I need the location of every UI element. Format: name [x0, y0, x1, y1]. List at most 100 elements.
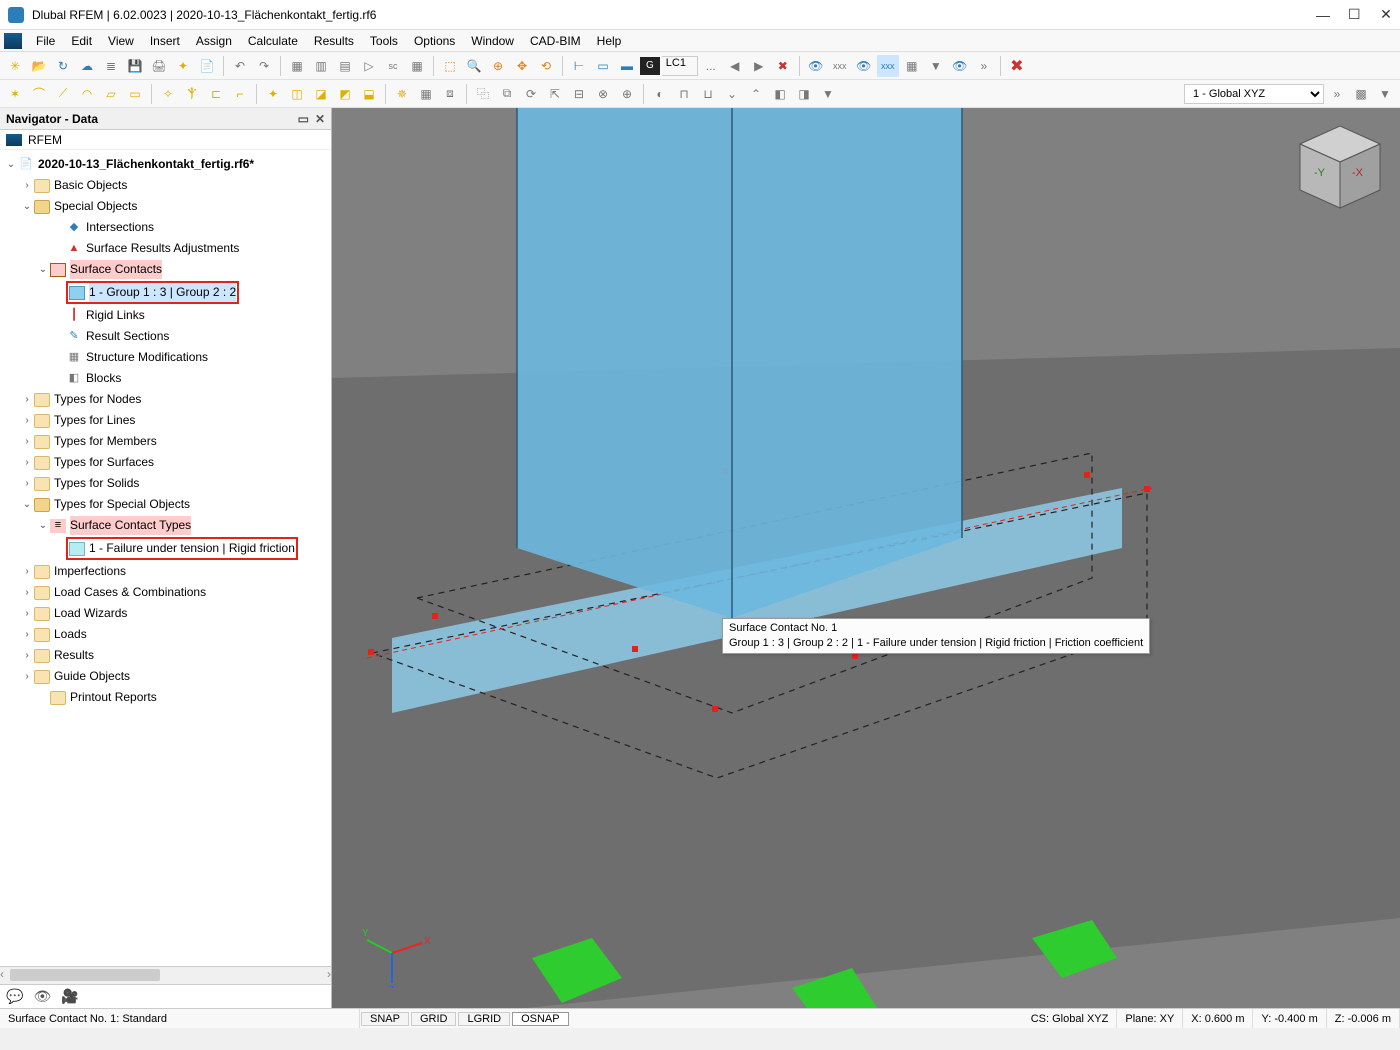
- close-button[interactable]: ✕: [1380, 6, 1392, 23]
- render-mode-icon[interactable]: ▼: [925, 55, 947, 77]
- tree-imperfections[interactable]: ›Imperfections: [0, 561, 331, 582]
- close-model-icon[interactable]: ✖: [1006, 55, 1028, 77]
- table1-icon[interactable]: ▦: [286, 55, 308, 77]
- console-icon[interactable]: ▷: [358, 55, 380, 77]
- global-cs-dropdown[interactable]: 1 - Global XYZ: [1184, 84, 1324, 104]
- clip4-icon[interactable]: ⌃: [745, 83, 767, 105]
- tree-load-cases-comb[interactable]: ›Load Cases & Combinations: [0, 582, 331, 603]
- solid-tool2-icon[interactable]: ⧈: [439, 83, 461, 105]
- grid-display-icon[interactable]: ▦: [901, 55, 923, 77]
- view-toggle-icon[interactable]: 👁: [949, 55, 971, 77]
- tree-blocks[interactable]: ◧Blocks: [0, 368, 331, 389]
- table2-icon[interactable]: ▥: [310, 55, 332, 77]
- tree-surface-contacts[interactable]: ⌄Surface Contacts: [0, 259, 331, 280]
- menu-assign[interactable]: Assign: [188, 32, 240, 50]
- prev-lc-icon[interactable]: ◀: [724, 55, 746, 77]
- node-arc-icon[interactable]: ⌒: [28, 83, 50, 105]
- clip3-icon[interactable]: ⌄: [721, 83, 743, 105]
- panel-tab-data-icon[interactable]: 💬: [6, 988, 23, 1005]
- scroll-right-icon[interactable]: ›: [327, 967, 331, 981]
- member-channel-icon[interactable]: ⊏: [205, 83, 227, 105]
- tree-surface-contact-item[interactable]: 1 - Group 1 : 3 | Group 2 : 2: [0, 280, 331, 305]
- surface-star-icon[interactable]: ✦: [262, 83, 284, 105]
- pan-icon[interactable]: ✥: [511, 55, 533, 77]
- arc-icon[interactable]: ◠: [76, 83, 98, 105]
- edit-mirror-icon[interactable]: ⧉: [496, 83, 518, 105]
- tree-surface-contact-types[interactable]: ⌄≡Surface Contact Types: [0, 515, 331, 536]
- rect-icon[interactable]: ▭: [124, 83, 146, 105]
- script-icon[interactable]: sc: [382, 55, 404, 77]
- menu-cad-bim[interactable]: CAD-BIM: [522, 32, 589, 50]
- tree-file-root[interactable]: ⌄📄2020-10-13_Flächenkontakt_fertig.rf6*: [0, 154, 331, 175]
- menu-options[interactable]: Options: [406, 32, 463, 50]
- status-grid[interactable]: GRID: [411, 1012, 457, 1026]
- zoom-window-icon[interactable]: 🔍: [463, 55, 485, 77]
- edit-copy-icon[interactable]: ⿻: [472, 83, 494, 105]
- navigation-cube[interactable]: -Y -X: [1292, 120, 1388, 216]
- display-xxx2-icon[interactable]: xxx: [877, 55, 899, 77]
- tree-loads[interactable]: ›Loads: [0, 624, 331, 645]
- disks-icon[interactable]: ≣: [100, 55, 122, 77]
- select-icon[interactable]: ⬚: [439, 55, 461, 77]
- tree-types-surfaces[interactable]: ›Types for Surfaces: [0, 452, 331, 473]
- line-icon[interactable]: ⟋: [52, 83, 74, 105]
- plate-icon[interactable]: ▬: [616, 55, 638, 77]
- member-ibeam-icon[interactable]: Ⲯ: [181, 83, 203, 105]
- status-snap[interactable]: SNAP: [361, 1012, 409, 1026]
- rotate-icon[interactable]: ⟲: [535, 55, 557, 77]
- redo-icon[interactable]: ↷: [253, 55, 275, 77]
- window-grid-icon[interactable]: ▦: [406, 55, 428, 77]
- tree-surface-results-adj[interactable]: ▲Surface Results Adjustments: [0, 238, 331, 259]
- clip2-icon[interactable]: ⊔: [697, 83, 719, 105]
- surface-tool4-icon[interactable]: ⬓: [358, 83, 380, 105]
- minimize-button[interactable]: —: [1316, 7, 1328, 23]
- expand2-icon[interactable]: »: [1326, 83, 1348, 105]
- panel-tab-display-icon[interactable]: 👁: [33, 988, 51, 1005]
- maximize-button[interactable]: ☐: [1348, 6, 1360, 23]
- surface-tool2-icon[interactable]: ◪: [310, 83, 332, 105]
- edit-divide-icon[interactable]: ⊟: [568, 83, 590, 105]
- next-lc-icon[interactable]: ▶: [748, 55, 770, 77]
- surface-icon[interactable]: ▭: [592, 55, 614, 77]
- display-toggle-1-icon[interactable]: 👁: [805, 55, 827, 77]
- tree-load-wizards[interactable]: ›Load Wizards: [0, 603, 331, 624]
- scroll-left-icon[interactable]: ‹: [0, 967, 4, 981]
- member-star-icon[interactable]: ✧: [157, 83, 179, 105]
- tree-special-objects[interactable]: ⌄Special Objects: [0, 196, 331, 217]
- workplane-icon[interactable]: ▩: [1350, 83, 1372, 105]
- panel-float-icon[interactable]: ▭: [298, 112, 309, 126]
- tree-types-lines[interactable]: ›Types for Lines: [0, 410, 331, 431]
- tree-structure-mods[interactable]: ▦Structure Modifications: [0, 347, 331, 368]
- edit-intersect-icon[interactable]: ⊗: [592, 83, 614, 105]
- member-angle-icon[interactable]: ⌐: [229, 83, 251, 105]
- tree-types-solids[interactable]: ›Types for Solids: [0, 473, 331, 494]
- undo-icon[interactable]: ↶: [229, 55, 251, 77]
- navigator-tree[interactable]: ⌄📄2020-10-13_Flächenkontakt_fertig.rf6* …: [0, 150, 331, 966]
- edit-rotate-icon[interactable]: ⟳: [520, 83, 542, 105]
- menu-file[interactable]: File: [28, 32, 63, 50]
- menu-view[interactable]: View: [100, 32, 142, 50]
- solid-star-icon[interactable]: ✵: [391, 83, 413, 105]
- doc-icon[interactable]: 📄: [196, 55, 218, 77]
- loadcase-g-chip[interactable]: G: [640, 57, 660, 75]
- model-viewport[interactable]: X Y Z -Y -X Surface Contact No. 1 Group …: [332, 108, 1400, 1008]
- cloud-icon[interactable]: ☁: [76, 55, 98, 77]
- clip1-icon[interactable]: ⊓: [673, 83, 695, 105]
- section-icon[interactable]: ◐: [649, 83, 671, 105]
- display-xxx-icon[interactable]: xxx: [829, 55, 851, 77]
- panel-hscroll[interactable]: ‹›: [0, 966, 331, 984]
- surface-tool1-icon[interactable]: ◫: [286, 83, 308, 105]
- tree-result-sections[interactable]: ✎Result Sections: [0, 326, 331, 347]
- table3-icon[interactable]: ▤: [334, 55, 356, 77]
- menu-results[interactable]: Results: [306, 32, 362, 50]
- visibility-dd-icon[interactable]: ▼: [817, 83, 839, 105]
- reload-icon[interactable]: ↻: [52, 55, 74, 77]
- menu-tools[interactable]: Tools: [362, 32, 406, 50]
- loadcase-combo[interactable]: LC1: [662, 56, 698, 76]
- tree-printout[interactable]: Printout Reports: [0, 687, 331, 708]
- tree-intersections[interactable]: ◆Intersections: [0, 217, 331, 238]
- menu-window[interactable]: Window: [463, 32, 522, 50]
- tree-types-members[interactable]: ›Types for Members: [0, 431, 331, 452]
- edit-extrude-icon[interactable]: ⇱: [544, 83, 566, 105]
- tree-rigid-links[interactable]: ┃Rigid Links: [0, 305, 331, 326]
